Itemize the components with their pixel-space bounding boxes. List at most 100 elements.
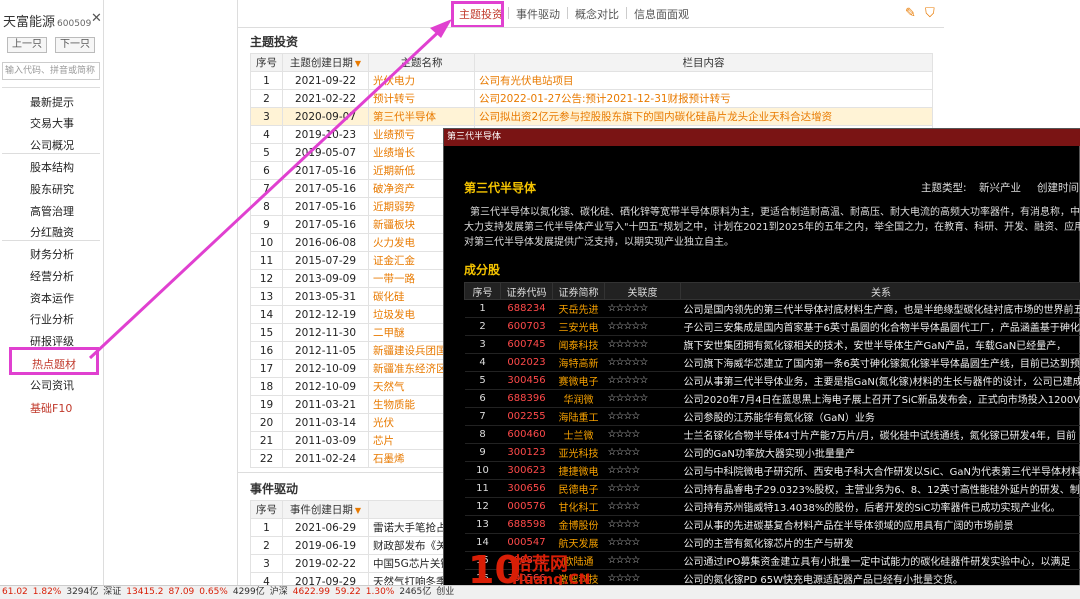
table-row[interactable]: 2 2021-02-22 预计转亏 公司2022-01-27公告:预计2021-12-… xyxy=(250,89,933,108)
row-stock-name[interactable]: 金博股份 xyxy=(552,515,605,534)
edit-icon[interactable]: ✎ xyxy=(905,6,916,21)
table-row[interactable]: 10 300623 捷捷微电 ☆☆☆☆ 公司与中科院微电子研究所、西安电子科大合作研发以… xyxy=(464,461,1080,480)
tab-concept-compare[interactable]: 概念对比 xyxy=(575,6,619,22)
sidebar-item[interactable]: 高管治理 xyxy=(30,203,74,219)
popup-description: 第三代半导体以氮化镓、碳化硅、硒化锌等宽带半导体原料为主，更适合制造耐高温、耐高… xyxy=(464,205,1080,250)
row-stock-code[interactable]: 002023 xyxy=(500,353,553,372)
row-stock-name[interactable]: 三安光电 xyxy=(552,317,605,336)
row-stock-code[interactable]: 300456 xyxy=(500,371,553,390)
row-stock-name[interactable]: 甘化科工 xyxy=(552,497,605,516)
sidebar-item[interactable]: 股本结构 xyxy=(30,159,74,175)
table-row[interactable]: 8 600460 士兰微 ☆☆☆☆ 士兰名镓化合物半导体4寸片产能7万片/月，碳化硅中试… xyxy=(464,425,1080,444)
row-stock-name[interactable]: 亚光科技 xyxy=(552,443,605,462)
row-stock-code[interactable]: 600745 xyxy=(500,335,553,354)
prev-stock-button[interactable]: 上一只 xyxy=(7,37,47,53)
row-seq: 22 xyxy=(250,449,283,468)
row-stock-name[interactable]: 捷捷微电 xyxy=(552,461,605,480)
row-theme-name[interactable]: 第三代半导体 xyxy=(368,107,475,126)
table-row[interactable]: 7 002255 海陆重工 ☆☆☆☆ 公司参股的江苏能华有氮化镓（GaN）业务 xyxy=(464,407,1080,426)
sidebar-item[interactable]: 行业分析 xyxy=(30,311,74,327)
sidebar-item-hot-topics[interactable]: 热点题材 xyxy=(9,347,99,375)
col-header-created[interactable]: 主题创建日期 ▼ xyxy=(282,53,369,72)
tab-event-driven[interactable]: 事件驱动 xyxy=(516,6,560,22)
row-seq: 3 xyxy=(464,335,501,354)
row-stock-code[interactable]: 600460 xyxy=(500,425,553,444)
row-stock-code[interactable]: 300623 xyxy=(500,461,553,480)
row-stock-name[interactable]: 赛微电子 xyxy=(552,371,605,390)
row-stock-name[interactable]: 民德电子 xyxy=(552,479,605,498)
row-stock-name[interactable]: 华润微 xyxy=(552,389,605,408)
table-row[interactable]: 3 2020-09-07 第三代半导体 公司拟出资2亿元参与控股股东旗下的国内碳化硅晶… xyxy=(250,107,933,126)
row-seq: 1 xyxy=(464,299,501,318)
table-row[interactable]: 2 600703 三安光电 ☆☆☆☆☆ 子公司三安集成是国内首家基于6英寸晶圆的化合物半… xyxy=(464,317,1080,336)
table-row[interactable]: 1 2021-09-22 光伏电力 公司有光伏电站项目 xyxy=(250,71,933,90)
shirt-icon[interactable]: ⛉ xyxy=(925,6,935,21)
row-seq: 1 xyxy=(250,71,283,90)
row-relation: 公司从事的先进碳基复合材料产品在半导体领域的应用具有广阔的市场前景 xyxy=(680,515,1080,534)
table-row[interactable]: 3 600745 闻泰科技 ☆☆☆☆☆ 旗下安世集团拥有氮化镓相关的技术，安世半导体生产… xyxy=(464,335,1080,354)
row-stock-name[interactable]: 闻泰科技 xyxy=(552,335,605,354)
tab-highlight-box xyxy=(451,1,504,28)
sidebar-item[interactable]: 股东研究 xyxy=(30,181,74,197)
sidebar-item[interactable]: 公司概况 xyxy=(30,137,74,153)
row-date: 2017-05-16 xyxy=(282,197,369,216)
table-row[interactable]: 6 688396 华润微 ☆☆☆☆☆ 公司2020年7月4日在蓝思黑上海电子展上召开了S… xyxy=(464,389,1080,408)
next-stock-button[interactable]: 下一只 xyxy=(55,37,95,53)
table-row[interactable]: 1 688234 天岳先进 ☆☆☆☆☆ 公司是国内领先的第三代半导体衬底材料生产商，也是… xyxy=(464,299,1080,318)
table-row[interactable]: 4 002023 海特高新 ☆☆☆☆☆ 公司旗下海威华芯建立了国内第一条6英寸砷化镓氮化… xyxy=(464,353,1080,372)
row-relevance-stars: ☆☆☆☆ xyxy=(604,515,681,534)
sidebar-item[interactable]: 交易大事 xyxy=(30,115,74,131)
sidebar-item[interactable]: 最新提示 xyxy=(30,94,74,110)
row-seq: 7 xyxy=(250,179,283,198)
row-relevance-stars: ☆☆☆☆☆ xyxy=(604,335,681,354)
col-header-content: 栏目内容 xyxy=(474,53,933,72)
row-stock-code[interactable]: 300123 xyxy=(500,443,553,462)
row-relevance-stars: ☆☆☆☆☆ xyxy=(604,353,681,372)
table-row[interactable]: 9 300123 亚光科技 ☆☆☆☆ 公司的GaN功率放大器实现小批量量产 xyxy=(464,443,1080,462)
table-row[interactable]: 13 688598 金博股份 ☆☆☆☆ 公司从事的先进碳基复合材料产品在半导体领域的应用… xyxy=(464,515,1080,534)
row-stock-name[interactable]: 海陆重工 xyxy=(552,407,605,426)
tab-info-overview[interactable]: 信息面面观 xyxy=(634,6,689,22)
row-stock-code[interactable]: 600703 xyxy=(500,317,553,336)
row-date: 2021-09-22 xyxy=(282,71,369,90)
row-stock-name[interactable]: 士兰微 xyxy=(552,425,605,444)
row-content[interactable]: 公司2022-01-27公告:预计2021-12-31财报预计转亏 xyxy=(474,89,933,108)
row-stock-code[interactable]: 000576 xyxy=(500,497,553,516)
row-date: 2021-06-29 xyxy=(282,518,369,537)
row-relevance-stars: ☆☆☆☆ xyxy=(604,479,681,498)
desc-line: 对第三代半导体发展提供广泛支持，以期实现产业独立自主。 xyxy=(464,237,734,248)
row-seq: 16 xyxy=(250,341,283,360)
row-content[interactable]: 公司有光伏电站项目 xyxy=(474,71,933,90)
sidebar-item[interactable]: 财务分析 xyxy=(30,246,74,262)
row-date: 2019-06-19 xyxy=(282,536,369,555)
col-header-event-date[interactable]: 事件创建日期 ▼ xyxy=(282,500,369,519)
row-theme-name[interactable]: 光伏电力 xyxy=(368,71,475,90)
row-stock-name[interactable]: 天岳先进 xyxy=(552,299,605,318)
row-stock-code[interactable]: 688234 xyxy=(500,299,553,318)
row-stock-code[interactable]: 688598 xyxy=(500,515,553,534)
row-seq: 3 xyxy=(250,554,283,573)
row-seq: 5 xyxy=(464,371,501,390)
table-row[interactable]: 12 000576 甘化科工 ☆☆☆☆ 公司持有苏州锴威特13.4038%的股份，后者开… xyxy=(464,497,1080,516)
table-row[interactable]: 5 300456 赛微电子 ☆☆☆☆☆ 公司从事第三代半导体业务，主要是指GaN(氮化镓… xyxy=(464,371,1080,390)
popup-titlebar[interactable]: 第三代半导体 xyxy=(444,129,1080,146)
row-theme-name[interactable]: 预计转亏 xyxy=(368,89,475,108)
status-value: 0.65% xyxy=(199,587,228,597)
row-stock-name[interactable]: 海特高新 xyxy=(552,353,605,372)
tab-divider xyxy=(508,7,509,19)
sidebar-item[interactable]: 资本运作 xyxy=(30,290,74,306)
row-content[interactable]: 公司拟出资2亿元参与控股股东旗下的国内碳化硅晶片龙头企业天科合达增资 xyxy=(474,107,933,126)
sidebar-item-company-news[interactable]: 公司资讯 xyxy=(30,377,74,393)
sidebar-item-basic-f10[interactable]: 基础F10 xyxy=(30,400,72,416)
row-date: 2011-02-24 xyxy=(282,449,369,468)
search-input[interactable]: 输入代码、拼音或简称 xyxy=(2,62,100,80)
row-seq: 2 xyxy=(464,317,501,336)
row-stock-code[interactable]: 300656 xyxy=(500,479,553,498)
sidebar-item[interactable]: 经营分析 xyxy=(30,268,74,284)
row-stock-code[interactable]: 002255 xyxy=(500,407,553,426)
close-icon[interactable]: ✕ xyxy=(91,11,102,26)
sidebar-item[interactable]: 分红融资 xyxy=(30,224,74,240)
table-row[interactable]: 11 300656 民德电子 ☆☆☆☆ 公司持有晶睿电子29.0323%股权，主营业务为… xyxy=(464,479,1080,498)
row-seq: 17 xyxy=(250,359,283,378)
row-stock-code[interactable]: 688396 xyxy=(500,389,553,408)
